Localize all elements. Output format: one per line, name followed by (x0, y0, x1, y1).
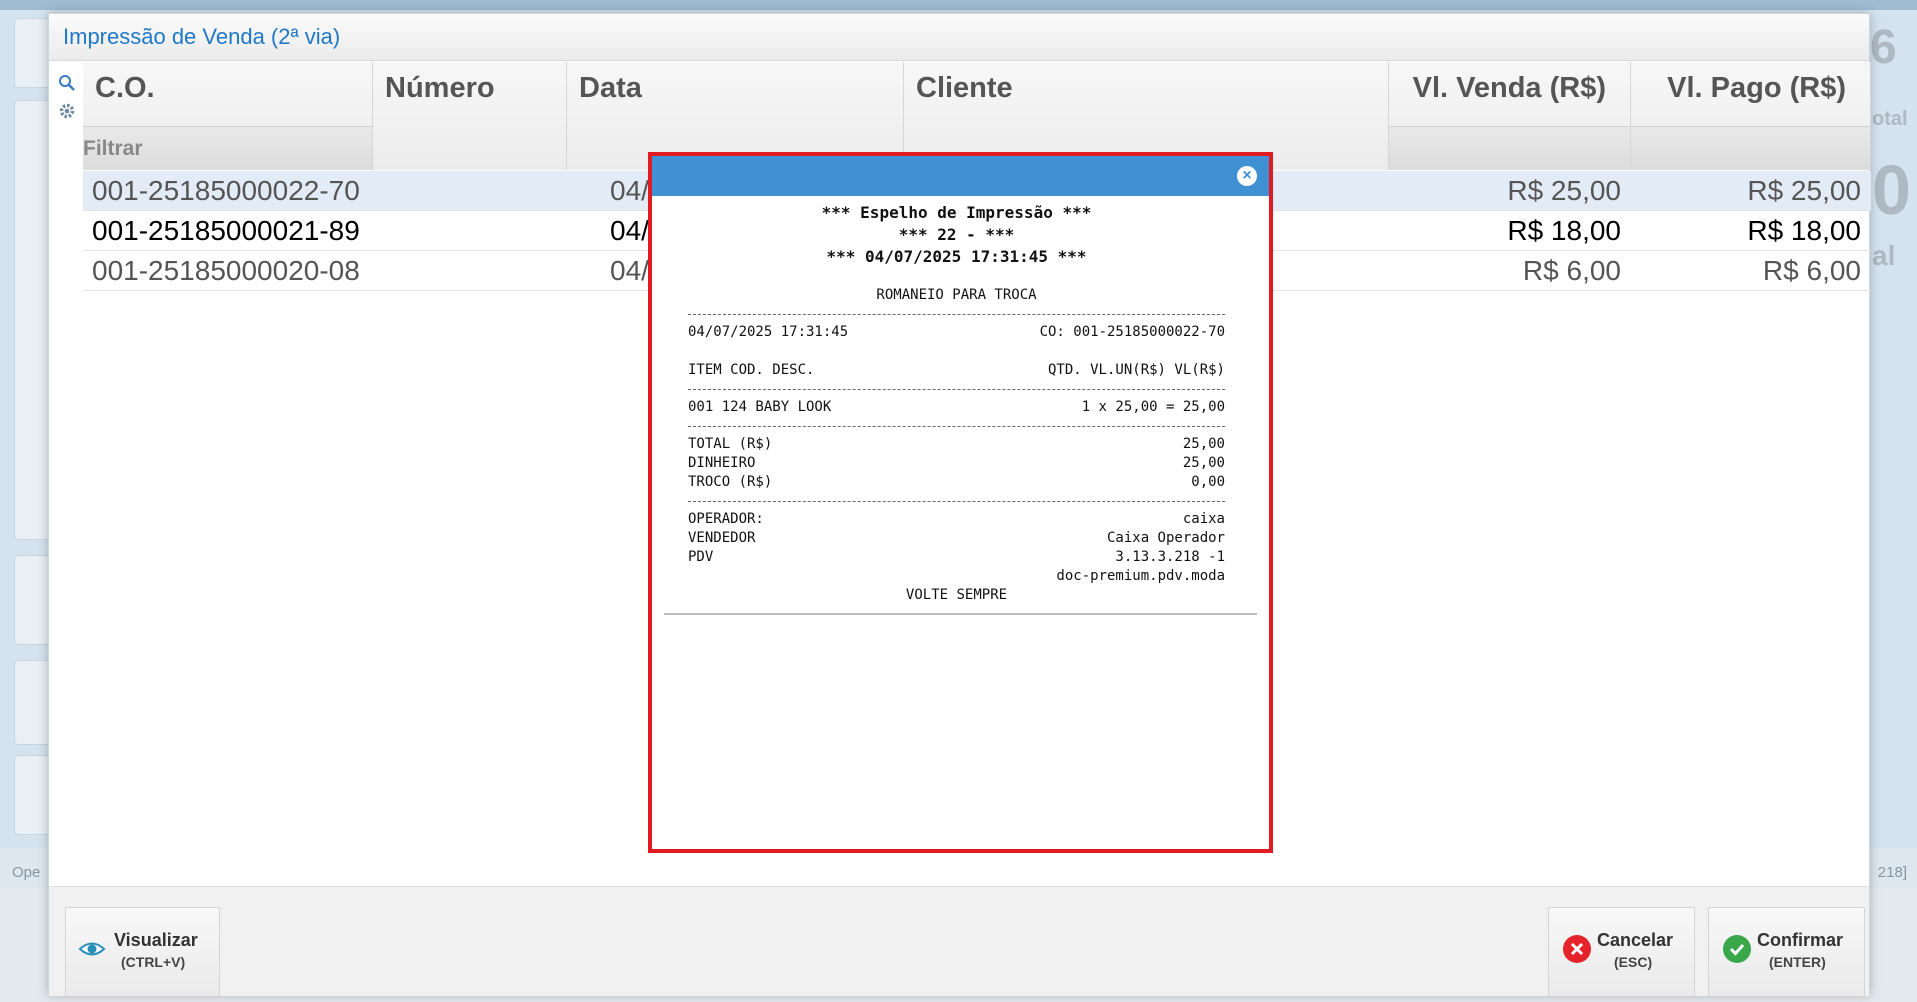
receipt-total-value: 25,00 (1182, 436, 1225, 452)
receipt-datetime: 04/07/2025 17:31:45 (688, 324, 849, 340)
cancel-shortcut: (ESC) (1614, 954, 1653, 970)
column-label: Cliente (916, 72, 1013, 104)
confirm-shortcut: (ENTER) (1769, 954, 1826, 970)
receipt-operador-value: caixa (1182, 511, 1225, 527)
filter-co-input[interactable]: Filtrar (83, 126, 372, 170)
background-fragment: otal (1872, 108, 1908, 130)
receipt-line: TROCO (R$) 0,00 (688, 473, 1225, 492)
receipt-title: ROMANEIO PARA TROCA (876, 287, 1037, 303)
receipt-divider (688, 389, 1225, 390)
receipt-item: 001 124 BABY LOOK 1 x 25,00 = 25,00 (688, 398, 1225, 417)
receipt-line: TOTAL (R$) 25,00 (688, 435, 1225, 454)
receipt-divider (688, 314, 1225, 315)
column-label: Vl. Pago (R$) (1667, 72, 1846, 104)
receipt-line: OPERADOR: caixa (688, 510, 1225, 529)
receipt-preview-window: × *** Espelho de Impressão *** *** 22 - … (648, 152, 1273, 853)
receipt-item-value: 1 x 25,00 = 25,00 (1081, 399, 1225, 415)
close-icon (1563, 935, 1591, 963)
cell-co: 001-25185000022-70 (92, 175, 360, 206)
confirm-label: Confirmar (1757, 930, 1844, 950)
receipt-line: 04/07/2025 17:31:45 CO: 001-25185000022-… (688, 323, 1225, 342)
background-status-text: Ope (12, 864, 41, 881)
visualizar-shortcut: (CTRL+V) (121, 954, 186, 970)
receipt-content: *** Espelho de Impressão *** *** 22 - **… (664, 202, 1257, 615)
filter-placeholder: Filtrar (83, 137, 143, 160)
grid-tools (49, 62, 83, 172)
receipt-header: *** Espelho de Impressão *** (821, 203, 1092, 222)
receipt-header: *** 04/07/2025 17:31:45 *** (826, 247, 1087, 266)
dialog-title-bar: Impressão de Venda (2ª via) (49, 14, 1869, 61)
column-header-valor-pago[interactable]: Vl. Pago (R$) (1631, 62, 1871, 170)
background-fragment: 0 (1872, 151, 1911, 229)
receipt-line: doc-premium.pdv.moda (688, 567, 1225, 586)
dialog-footer: Visualizar (CTRL+V) Cancelar (ESC) Confi… (49, 886, 1869, 997)
background-topbar (0, 0, 1917, 10)
receipt-total-label: TOTAL (R$) (688, 436, 773, 452)
column-label: Vl. Venda (R$) (1412, 72, 1606, 104)
receipt-troco-label: TROCO (R$) (688, 474, 773, 490)
receipt-footer: VOLTE SEMPRE (905, 587, 1008, 603)
cell-valor-pago: R$ 25,00 (1747, 175, 1861, 206)
cell-valor-pago: R$ 6,00 (1762, 255, 1861, 286)
receipt-line: PDV 3.13.3.218 -1 (688, 548, 1225, 567)
visualizar-button[interactable]: Visualizar (CTRL+V) (65, 907, 220, 997)
background-status-version: 218] (1877, 864, 1907, 881)
receipt-troco-value: 0,00 (1191, 474, 1225, 490)
preview-title-bar: × (652, 156, 1269, 196)
receipt-line: DINHEIRO 25,00 (688, 454, 1225, 473)
receipt-items-head-right: QTD. VL.UN(R$) VL(R$) (1047, 362, 1225, 378)
receipt-pdv-label: PDV (688, 549, 714, 565)
receipt-dinheiro-value: 25,00 (1182, 455, 1225, 471)
cancel-label: Cancelar (1597, 930, 1674, 950)
receipt-pdv-value: 3.13.3.218 -1 (1115, 549, 1225, 565)
receipt-vendedor-label: VENDEDOR (688, 530, 756, 546)
cell-valor-pago: R$ 18,00 (1747, 215, 1861, 246)
column-label: Número (385, 72, 495, 104)
filter-venda-input[interactable] (1389, 126, 1630, 170)
confirm-button[interactable]: Confirmar (ENTER) (1708, 907, 1865, 997)
receipt-items-head-left: ITEM COD. DESC. (688, 362, 815, 378)
cell-valor-venda: R$ 6,00 (1522, 255, 1621, 286)
column-label: Data (579, 72, 642, 104)
receipt-line: ITEM COD. DESC. QTD. VL.UN(R$) VL(R$) (688, 361, 1225, 380)
search-icon[interactable] (57, 74, 77, 94)
column-header-co[interactable]: C.O. Filtrar (83, 62, 373, 170)
background-fragment: 6 (1870, 21, 1897, 74)
receipt-operador-label: OPERADOR: (688, 511, 764, 527)
cell-valor-venda: R$ 18,00 (1507, 215, 1621, 246)
cancel-button[interactable]: Cancelar (ESC) (1548, 907, 1695, 997)
column-header-numero[interactable]: Número (373, 62, 567, 170)
receipt-end-rule (664, 613, 1257, 615)
receipt-header: *** 22 - *** (898, 225, 1015, 244)
receipt-divider (688, 501, 1225, 502)
cell-co: 001-25185000020-08 (92, 255, 360, 286)
visualizar-label: Visualizar (114, 930, 198, 950)
column-header-valor-venda[interactable]: Vl. Venda (R$) (1389, 62, 1631, 170)
eye-icon (78, 935, 106, 963)
filter-pago-input[interactable] (1631, 126, 1870, 170)
column-label: C.O. (95, 72, 155, 104)
receipt-domain: doc-premium.pdv.moda (1056, 568, 1225, 584)
receipt-vendedor-value: Caixa Operador (1106, 530, 1225, 546)
check-icon (1723, 935, 1751, 963)
close-icon[interactable]: × (1237, 166, 1257, 186)
receipt-line: VENDEDOR Caixa Operador (688, 529, 1225, 548)
receipt-co: CO: 001-25185000022-70 (1039, 324, 1225, 340)
background-fragment: al (1872, 240, 1896, 271)
cell-valor-venda: R$ 25,00 (1507, 175, 1621, 206)
receipt-divider (688, 426, 1225, 427)
receipt-item-desc: 001 124 BABY LOOK (688, 399, 832, 415)
gear-icon[interactable] (57, 102, 77, 122)
dialog-title: Impressão de Venda (2ª via) (63, 24, 341, 49)
cell-co: 001-25185000021-89 (92, 215, 360, 246)
receipt-dinheiro-label: DINHEIRO (688, 455, 756, 471)
